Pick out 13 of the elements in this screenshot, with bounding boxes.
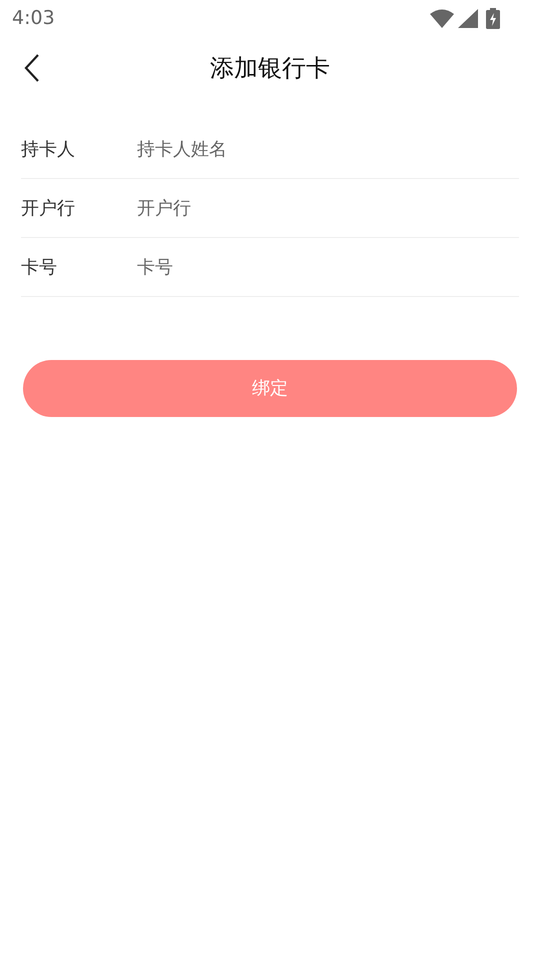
field-label: 卡号 bbox=[21, 256, 58, 280]
page-title: 添加银行卡 bbox=[210, 53, 330, 84]
status-time: 4:03 bbox=[12, 6, 55, 31]
input-field[interactable]: 开户行 bbox=[137, 194, 519, 222]
signal-icon bbox=[458, 8, 478, 28]
bind-button[interactable]: 绑定 bbox=[23, 360, 517, 417]
input-field[interactable]: 卡号 bbox=[137, 254, 519, 280]
field-label: 持卡人 bbox=[21, 138, 76, 162]
chevron-left-icon bbox=[24, 54, 40, 82]
input-field[interactable]: 持卡人姓名 bbox=[137, 136, 519, 162]
battery-icon bbox=[486, 8, 500, 28]
field-label: 开户行 bbox=[21, 196, 76, 220]
wifi-icon bbox=[430, 8, 454, 28]
